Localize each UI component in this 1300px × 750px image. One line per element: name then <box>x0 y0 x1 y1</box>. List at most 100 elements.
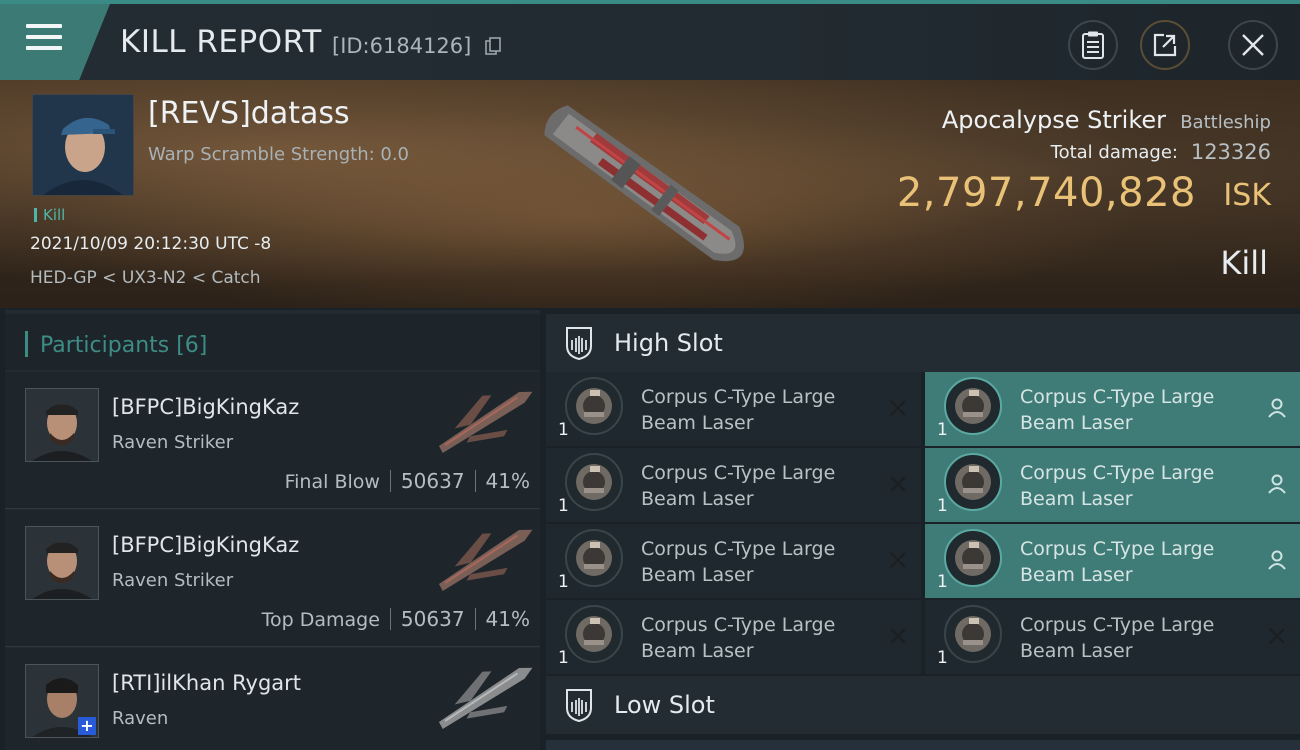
participant-percent: 41% <box>485 607 530 631</box>
module-quantity: 1 <box>558 420 569 440</box>
beam-laser-icon <box>565 529 623 587</box>
isk-unit: ISK <box>1223 178 1271 213</box>
fitting-panel: High Slot 1 Corpus C-Type Large Beam Laser… <box>546 310 1300 750</box>
destroyed-x-icon <box>890 628 906 644</box>
participant-stats: Top Damage 50637 41% <box>262 607 530 631</box>
low-slot-peek <box>546 740 1300 750</box>
module-tile[interactable]: 1 Corpus C-Type Large Beam Laser <box>925 372 1300 446</box>
module-tile[interactable]: 1 Corpus C-Type Large Beam Laser <box>546 448 921 522</box>
participant-row[interactable]: [BFPC]BigKingKaz Raven Striker Top Damag… <box>5 510 540 647</box>
participants-header: Participants [6] <box>5 314 540 370</box>
participant-stat-label: Top Damage <box>261 609 380 631</box>
participants-panel: Participants [6] [BFPC]BigKingKaz Raven … <box>5 310 540 750</box>
module-name-line1: Corpus C-Type Large <box>1020 614 1215 636</box>
participant-damage: 50637 <box>400 469 465 493</box>
participant-name[interactable]: [RTI]ilKhan Rygart <box>112 671 301 695</box>
module-name: Corpus C-Type Large Beam Laser <box>1020 460 1250 512</box>
module-name: Corpus C-Type Large Beam Laser <box>1020 536 1250 588</box>
participant-ship: Raven Striker <box>112 432 234 453</box>
kill-tag: Kill <box>34 206 65 224</box>
victim-ship-name[interactable]: Apocalypse Striker <box>942 106 1166 134</box>
module-quantity: 1 <box>558 572 569 592</box>
module-name-line1: Corpus C-Type Large <box>641 462 836 484</box>
module-name: Corpus C-Type Large Beam Laser <box>641 536 871 588</box>
participant-stat-label: Final Blow <box>284 471 380 493</box>
total-damage-label: Total damage: <box>1050 142 1178 163</box>
participant-ship: Raven Striker <box>112 570 234 591</box>
beam-laser-icon <box>565 377 623 435</box>
high-slot-header: High Slot <box>546 314 1300 372</box>
high-slot-icon <box>566 327 592 360</box>
destroyed-x-icon <box>890 552 906 568</box>
participants-title[interactable]: Participants [6] <box>25 331 207 358</box>
module-name-line2: Beam Laser <box>641 640 754 662</box>
clipboard-icon <box>1082 31 1104 59</box>
module-name: Corpus C-Type Large Beam Laser <box>641 612 871 664</box>
participant-ship-image <box>438 391 533 454</box>
module-name-line2: Beam Laser <box>1020 412 1133 434</box>
module-name: Corpus C-Type Large Beam Laser <box>641 460 871 512</box>
close-button[interactable] <box>1228 20 1278 70</box>
module-name: Corpus C-Type Large Beam Laser <box>641 384 871 436</box>
kill-route: HED-GP < UX3-N2 < Catch <box>30 268 261 288</box>
participant-avatar[interactable] <box>25 526 99 600</box>
low-slot-header: Low Slot <box>546 676 1300 734</box>
module-tile[interactable]: 1 Corpus C-Type Large Beam Laser <box>546 372 921 446</box>
beam-laser-icon <box>944 529 1002 587</box>
beam-laser-icon <box>565 453 623 511</box>
kill-datetime: 2021/10/09 20:12:30 UTC -8 <box>30 234 272 254</box>
module-name-line1: Corpus C-Type Large <box>1020 538 1215 560</box>
participant-row[interactable]: [BFPC]BigKingKaz Raven Striker Final Blo… <box>5 372 540 509</box>
module-name-line1: Corpus C-Type Large <box>641 614 836 636</box>
destroyed-x-icon <box>1269 628 1285 644</box>
module-quantity: 1 <box>558 496 569 516</box>
module-tile[interactable]: 1 Corpus C-Type Large Beam Laser <box>925 600 1300 674</box>
module-quantity: 1 <box>937 572 948 592</box>
pilot-dropped-icon <box>1268 550 1286 570</box>
victim-avatar[interactable] <box>32 94 134 196</box>
module-name-line1: Corpus C-Type Large <box>1020 386 1215 408</box>
participant-ship: Raven <box>112 708 169 729</box>
participant-name[interactable]: [BFPC]BigKingKaz <box>112 395 299 419</box>
module-tile[interactable]: 1 Corpus C-Type Large Beam Laser <box>546 524 921 598</box>
module-name-line2: Beam Laser <box>1020 488 1133 510</box>
module-tile[interactable]: 1 Corpus C-Type Large Beam Laser <box>925 448 1300 522</box>
isk-value: 2,797,740,828 <box>896 170 1196 216</box>
participant-row[interactable]: + [RTI]ilKhan Rygart Raven <box>5 648 540 750</box>
module-name-line1: Corpus C-Type Large <box>641 386 836 408</box>
module-name: Corpus C-Type Large Beam Laser <box>1020 612 1250 664</box>
victim-pilot-name[interactable]: [REVS]datass <box>148 96 350 131</box>
destroyed-x-icon <box>890 400 906 416</box>
destroyed-x-icon <box>890 476 906 492</box>
low-slot-title: Low Slot <box>614 691 715 719</box>
module-name-line2: Beam Laser <box>1020 640 1133 662</box>
module-name-line2: Beam Laser <box>641 564 754 586</box>
participant-ship-image <box>438 529 533 592</box>
beam-laser-icon <box>944 605 1002 663</box>
copy-id-icon[interactable] <box>485 37 501 55</box>
participant-avatar[interactable]: + <box>25 664 99 738</box>
hamburger-menu-icon <box>26 24 62 54</box>
menu-button[interactable] <box>0 4 110 80</box>
pilot-dropped-icon <box>1268 474 1286 494</box>
module-tile[interactable]: 1 Corpus C-Type Large Beam Laser <box>546 600 921 674</box>
clipboard-button[interactable] <box>1068 20 1118 70</box>
participant-stats: Final Blow 50637 41% <box>285 469 530 493</box>
module-quantity: 1 <box>558 648 569 668</box>
beam-laser-icon <box>565 605 623 663</box>
module-name: Corpus C-Type Large Beam Laser <box>1020 384 1250 436</box>
module-tile[interactable]: 1 Corpus C-Type Large Beam Laser <box>925 524 1300 598</box>
victim-ship-image <box>544 105 744 261</box>
module-name-line1: Corpus C-Type Large <box>641 538 836 560</box>
low-slot-icon <box>566 689 592 722</box>
beam-laser-icon <box>944 377 1002 435</box>
participant-name[interactable]: [BFPC]BigKingKaz <box>112 533 299 557</box>
share-button[interactable] <box>1140 20 1190 70</box>
report-id: [ID:6184126] <box>332 34 472 58</box>
beam-laser-icon <box>944 453 1002 511</box>
module-name-line1: Corpus C-Type Large <box>1020 462 1215 484</box>
module-name-line2: Beam Laser <box>1020 564 1133 586</box>
share-icon <box>1153 33 1177 57</box>
participant-avatar[interactable] <box>25 388 99 462</box>
total-damage-value: 123326 <box>1190 140 1271 164</box>
